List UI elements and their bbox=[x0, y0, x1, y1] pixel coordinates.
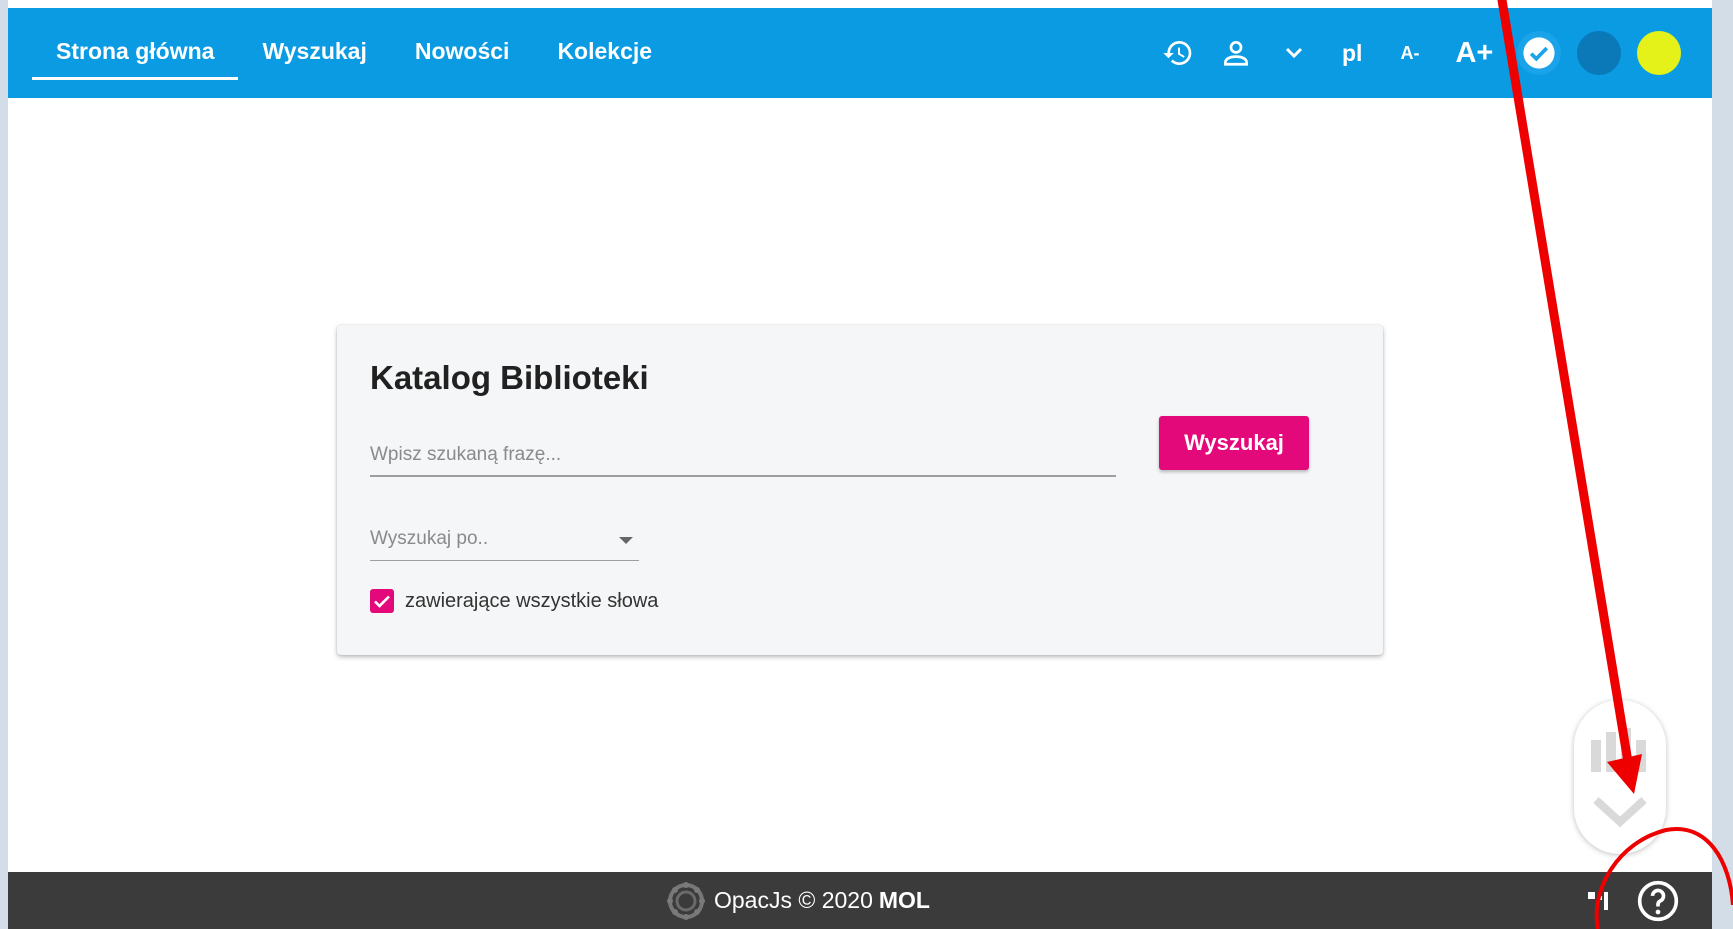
browser-viewport: Strona główna Wyszukaj Nowości Kolekcje bbox=[8, 0, 1712, 929]
font-decrease-button[interactable]: A- bbox=[1400, 43, 1419, 64]
tab-collections[interactable]: Kolekcje bbox=[533, 8, 676, 98]
catalog-title: Katalog Biblioteki bbox=[370, 359, 649, 396]
footer-credits: OpacJs © 2020 MOL bbox=[666, 872, 930, 929]
all-words-label: zawierające wszystkie słowa bbox=[405, 590, 659, 612]
check-circle-icon bbox=[1523, 37, 1555, 69]
checkmark-icon bbox=[374, 595, 390, 608]
main-nav: Strona główna Wyszukaj Nowości Kolekcje bbox=[32, 8, 676, 98]
ruler-icon bbox=[1591, 728, 1647, 828]
language-switch[interactable]: pl bbox=[1342, 40, 1362, 67]
user-icon bbox=[1224, 41, 1248, 66]
contrast-dark-button[interactable] bbox=[1577, 31, 1622, 75]
footer-brand: MOL bbox=[878, 887, 930, 913]
search-by-placeholder: Wyszukaj po.. bbox=[370, 528, 489, 549]
grip-icon bbox=[1586, 886, 1616, 921]
search-input[interactable] bbox=[370, 435, 1116, 477]
mol-logo-icon bbox=[667, 881, 705, 920]
top-navigation-bar: Strona główna Wyszukaj Nowości Kolekcje bbox=[8, 8, 1712, 98]
all-words-checkbox[interactable] bbox=[370, 589, 394, 613]
user-button[interactable] bbox=[1214, 31, 1258, 75]
search-by-select[interactable]: Wyszukaj po.. bbox=[370, 520, 639, 561]
font-increase-button[interactable]: A+ bbox=[1455, 37, 1493, 70]
search-button[interactable]: Wyszukaj bbox=[1159, 416, 1309, 470]
help-button[interactable] bbox=[1636, 879, 1680, 928]
tab-search[interactable]: Wyszukaj bbox=[238, 8, 390, 98]
footer: OpacJs © 2020 MOL bbox=[8, 872, 1712, 929]
toolbar-actions: pl A- A+ bbox=[1156, 8, 1682, 98]
search-card: Katalog Biblioteki Wyszukaj Wyszukaj po.… bbox=[337, 325, 1383, 655]
contrast-high-button[interactable] bbox=[1637, 31, 1682, 75]
chevron-down-icon bbox=[1285, 47, 1303, 59]
user-menu-dropdown[interactable] bbox=[1272, 31, 1316, 75]
chevron-down-icon bbox=[1593, 797, 1647, 828]
history-button[interactable] bbox=[1156, 31, 1200, 75]
contrast-default-button[interactable] bbox=[1517, 31, 1562, 75]
help-icon bbox=[1637, 880, 1679, 922]
tab-news[interactable]: Nowości bbox=[391, 8, 534, 98]
scroll-down-widget[interactable] bbox=[1574, 700, 1666, 854]
caret-down-icon bbox=[619, 537, 633, 544]
history-icon bbox=[1163, 41, 1192, 65]
tab-home[interactable]: Strona główna bbox=[32, 8, 239, 98]
footer-copyright: OpacJs © 2020 bbox=[714, 887, 873, 913]
